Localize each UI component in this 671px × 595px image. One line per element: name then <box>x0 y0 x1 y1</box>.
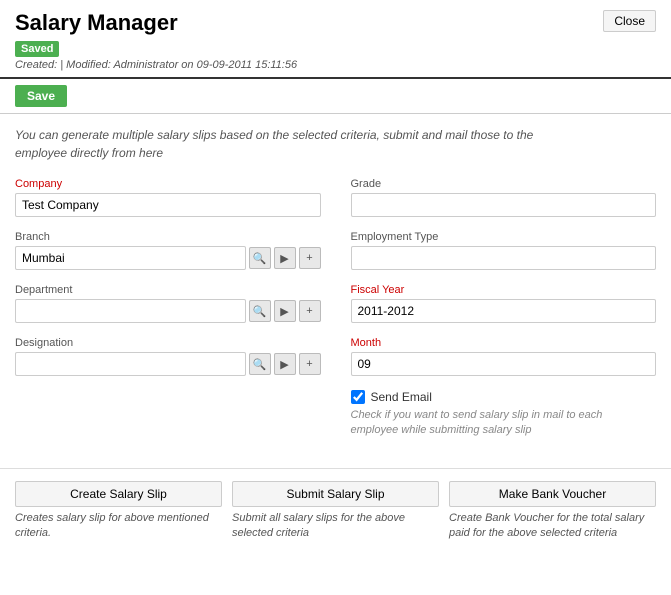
employment-type-label: Employment Type <box>351 231 657 243</box>
department-input[interactable] <box>15 299 246 323</box>
submit-salary-slip-button[interactable]: Submit Salary Slip <box>232 481 439 507</box>
department-search-icon[interactable]: 🔍 <box>249 300 271 322</box>
submit-slip-group: Submit Salary Slip Submit all salary sli… <box>232 481 439 542</box>
branch-label: Branch <box>15 231 321 243</box>
department-input-group: 🔍 ▶ + <box>15 299 321 323</box>
create-slip-hint: Creates salary slip for above mentioned … <box>15 511 222 542</box>
designation-search-icon[interactable]: 🔍 <box>249 353 271 375</box>
send-email-label: Send Email <box>371 390 432 404</box>
company-select-wrapper[interactable]: Test Company <box>15 193 321 217</box>
submit-slip-hint: Submit all salary slips for the above se… <box>232 511 439 542</box>
employment-type-select[interactable] <box>351 246 657 270</box>
designation-play-icon[interactable]: ▶ <box>274 353 296 375</box>
grade-label: Grade <box>351 178 657 190</box>
description-text: You can generate multiple salary slips b… <box>0 114 580 168</box>
save-button[interactable]: Save <box>15 85 67 107</box>
send-email-hint: Check if you want to send salary slip in… <box>351 408 621 439</box>
fiscal-year-field-group: Fiscal Year 2011-2012 <box>351 284 657 323</box>
branch-search-icon[interactable]: 🔍 <box>249 247 271 269</box>
department-field-group: Department 🔍 ▶ + <box>15 284 321 323</box>
fiscal-year-select[interactable]: 2011-2012 <box>351 299 657 323</box>
form-left-column: Company Test Company Branch 🔍 ▶ + Depart… <box>15 178 321 453</box>
employment-type-field-group: Employment Type <box>351 231 657 270</box>
toolbar: Save <box>0 79 671 114</box>
form-right-column: Grade Employment Type Fiscal Year 2011-2… <box>351 178 657 453</box>
month-label: Month <box>351 337 657 349</box>
branch-field-group: Branch 🔍 ▶ + <box>15 231 321 270</box>
create-slip-group: Create Salary Slip Creates salary slip f… <box>15 481 222 542</box>
send-email-checkbox-group: Send Email <box>351 390 657 404</box>
create-salary-slip-button[interactable]: Create Salary Slip <box>15 481 222 507</box>
grade-select[interactable] <box>351 193 657 217</box>
send-email-checkbox[interactable] <box>351 390 365 404</box>
month-select[interactable]: 09 <box>351 352 657 376</box>
meta-text: Created: | Modified: Administrator on 09… <box>15 59 297 71</box>
fiscal-year-select-wrapper[interactable]: 2011-2012 <box>351 299 657 323</box>
bank-voucher-group: Make Bank Voucher Create Bank Voucher fo… <box>449 481 656 542</box>
close-button[interactable]: Close <box>603 10 656 32</box>
send-email-field-group: Send Email Check if you want to send sal… <box>351 390 657 439</box>
designation-label: Designation <box>15 337 321 349</box>
grade-select-wrapper[interactable] <box>351 193 657 217</box>
department-add-icon[interactable]: + <box>299 300 321 322</box>
designation-add-icon[interactable]: + <box>299 353 321 375</box>
employment-type-select-wrapper[interactable] <box>351 246 657 270</box>
fiscal-year-label: Fiscal Year <box>351 284 657 296</box>
branch-add-icon[interactable]: + <box>299 247 321 269</box>
page-title: Salary Manager <box>15 10 297 36</box>
designation-field-group: Designation 🔍 ▶ + <box>15 337 321 376</box>
header-left: Salary Manager Saved Created: | Modified… <box>15 10 297 71</box>
saved-badge: Saved <box>15 41 59 57</box>
company-select[interactable]: Test Company <box>15 193 321 217</box>
department-label: Department <box>15 284 321 296</box>
form-area: Company Test Company Branch 🔍 ▶ + Depart… <box>0 168 671 463</box>
month-select-wrapper[interactable]: 09 <box>351 352 657 376</box>
page-header: Salary Manager Saved Created: | Modified… <box>0 0 671 79</box>
grade-field-group: Grade <box>351 178 657 217</box>
make-bank-voucher-button[interactable]: Make Bank Voucher <box>449 481 656 507</box>
designation-input-group: 🔍 ▶ + <box>15 352 321 376</box>
designation-input[interactable] <box>15 352 246 376</box>
company-field-group: Company Test Company <box>15 178 321 217</box>
company-label: Company <box>15 178 321 190</box>
department-play-icon[interactable]: ▶ <box>274 300 296 322</box>
branch-input-group: 🔍 ▶ + <box>15 246 321 270</box>
bank-voucher-hint: Create Bank Voucher for the total salary… <box>449 511 656 542</box>
branch-input[interactable] <box>15 246 246 270</box>
action-area: Create Salary Slip Creates salary slip f… <box>0 468 671 554</box>
month-field-group: Month 09 <box>351 337 657 376</box>
branch-play-icon[interactable]: ▶ <box>274 247 296 269</box>
